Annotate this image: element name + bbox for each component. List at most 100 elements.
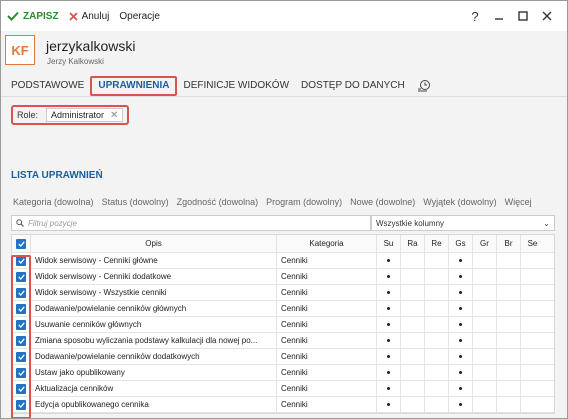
row-checkbox[interactable] <box>16 351 26 362</box>
row-checkbox[interactable] <box>16 367 26 378</box>
column-header-su[interactable]: Su <box>376 235 400 252</box>
cell-perm-re[interactable] <box>424 253 448 268</box>
column-header-opis[interactable]: Opis <box>30 235 276 252</box>
table-row[interactable]: Widok serwisowy - Wszystkie cenniki Cenni… <box>12 285 554 301</box>
tab-dostep-do-danych[interactable]: DOSTĘP DO DANYCH <box>295 76 411 96</box>
cell-perm-se[interactable] <box>520 269 544 284</box>
row-checkbox[interactable] <box>16 383 26 394</box>
select-all-checkbox[interactable] <box>16 238 26 249</box>
cell-perm-re[interactable] <box>424 269 448 284</box>
operations-menu[interactable]: Operacje <box>119 11 160 22</box>
cell-perm-su[interactable] <box>376 381 400 396</box>
cell-perm-br[interactable] <box>496 301 520 316</box>
cell-perm-re[interactable] <box>424 381 448 396</box>
cell-perm-br[interactable] <box>496 253 520 268</box>
cell-perm-gs[interactable] <box>448 253 472 268</box>
row-checkbox[interactable] <box>16 287 26 298</box>
cell-perm-br[interactable] <box>496 381 520 396</box>
cell-perm-gr[interactable] <box>472 397 496 412</box>
tab-podstawowe[interactable]: PODSTAWOWE <box>1 76 90 96</box>
cell-perm-ra[interactable] <box>400 285 424 300</box>
cell-perm-br[interactable] <box>496 269 520 284</box>
cell-perm-se[interactable] <box>520 301 544 316</box>
cell-perm-ra[interactable] <box>400 397 424 412</box>
cell-perm-br[interactable] <box>496 397 520 412</box>
cell-perm-re[interactable] <box>424 365 448 380</box>
search-input[interactable]: Filtruj pozycje <box>11 215 371 231</box>
cell-perm-br[interactable] <box>496 365 520 380</box>
cell-perm-gr[interactable] <box>472 333 496 348</box>
column-header-kategoria[interactable]: Kategoria <box>276 235 376 252</box>
table-row[interactable]: Widok serwisowy - Cenniki dodatkowe Cenni… <box>12 269 554 285</box>
table-row[interactable]: Widok serwisowy - Cenniki główne Cenniki <box>12 253 554 269</box>
cell-perm-gr[interactable] <box>472 301 496 316</box>
row-checkbox[interactable] <box>16 335 26 346</box>
cell-perm-br[interactable] <box>496 285 520 300</box>
table-row[interactable]: Usuwanie cenników głównych Cenniki <box>12 317 554 333</box>
cell-perm-se[interactable] <box>520 285 544 300</box>
cell-perm-br[interactable] <box>496 333 520 348</box>
cell-perm-br[interactable] <box>496 349 520 364</box>
cell-perm-su[interactable] <box>376 269 400 284</box>
columns-select[interactable]: Wszystkie kolumny ⌄ <box>371 215 555 231</box>
column-header-se[interactable]: Se <box>520 235 544 252</box>
table-row[interactable]: Ustaw jako opublikowany Cenniki <box>12 365 554 381</box>
cell-perm-gr[interactable] <box>472 349 496 364</box>
column-header-gr[interactable]: Gr <box>472 235 496 252</box>
cell-perm-ra[interactable] <box>400 317 424 332</box>
tab-definicje-widokow[interactable]: DEFINICJE WIDOKÓW <box>177 76 295 96</box>
cell-perm-se[interactable] <box>520 365 544 380</box>
cell-perm-se[interactable] <box>520 253 544 268</box>
cell-perm-su[interactable] <box>376 317 400 332</box>
cell-perm-gr[interactable] <box>472 381 496 396</box>
filter-wyjatek[interactable]: Wyjątek (dowolny) <box>423 197 496 207</box>
table-row[interactable]: Edycja opublikowanego cennika Cenniki <box>12 397 554 413</box>
row-checkbox[interactable] <box>16 303 26 314</box>
filter-wiecej[interactable]: Więcej <box>505 197 532 207</box>
cell-perm-ra[interactable] <box>400 333 424 348</box>
cell-perm-re[interactable] <box>424 397 448 412</box>
row-checkbox[interactable] <box>16 271 26 282</box>
cell-perm-su[interactable] <box>376 349 400 364</box>
cell-perm-su[interactable] <box>376 333 400 348</box>
cell-perm-ra[interactable] <box>400 381 424 396</box>
row-checkbox[interactable] <box>16 399 26 410</box>
cell-perm-gs[interactable] <box>448 285 472 300</box>
column-header-ra[interactable]: Ra <box>400 235 424 252</box>
cell-perm-re[interactable] <box>424 317 448 332</box>
column-header-re[interactable]: Re <box>424 235 448 252</box>
cell-perm-gs[interactable] <box>448 349 472 364</box>
cell-perm-re[interactable] <box>424 301 448 316</box>
cell-perm-gr[interactable] <box>472 365 496 380</box>
tab-uprawnienia[interactable]: UPRAWNIENIA <box>90 75 178 96</box>
cancel-button[interactable]: Anuluj <box>68 11 109 22</box>
role-chip[interactable]: Administrator ✕ <box>46 108 124 122</box>
cell-perm-gs[interactable] <box>448 301 472 316</box>
table-row[interactable]: Dodawanie/powielanie cenników głównych Ce… <box>12 301 554 317</box>
cell-perm-se[interactable] <box>520 317 544 332</box>
column-header-br[interactable]: Br <box>496 235 520 252</box>
row-checkbox[interactable] <box>16 255 26 266</box>
cell-perm-gr[interactable] <box>472 317 496 332</box>
cell-perm-re[interactable] <box>424 333 448 348</box>
save-button[interactable]: ZAPISZ <box>7 11 59 22</box>
cell-perm-re[interactable] <box>424 349 448 364</box>
cell-perm-su[interactable] <box>376 253 400 268</box>
cell-perm-su[interactable] <box>376 397 400 412</box>
cell-perm-se[interactable] <box>520 381 544 396</box>
cell-perm-br[interactable] <box>496 317 520 332</box>
cell-perm-se[interactable] <box>520 333 544 348</box>
cell-perm-gs[interactable] <box>448 381 472 396</box>
cell-perm-gs[interactable] <box>448 317 472 332</box>
help-button[interactable]: ? <box>463 8 487 24</box>
cell-perm-ra[interactable] <box>400 253 424 268</box>
cell-perm-ra[interactable] <box>400 349 424 364</box>
minimize-button[interactable] <box>487 8 511 24</box>
column-header-gs[interactable]: Gs <box>448 235 472 252</box>
cell-perm-su[interactable] <box>376 285 400 300</box>
cell-perm-su[interactable] <box>376 365 400 380</box>
cell-perm-gs[interactable] <box>448 333 472 348</box>
filter-program[interactable]: Program (dowolny) <box>266 197 342 207</box>
cell-perm-gs[interactable] <box>448 397 472 412</box>
cell-perm-ra[interactable] <box>400 365 424 380</box>
